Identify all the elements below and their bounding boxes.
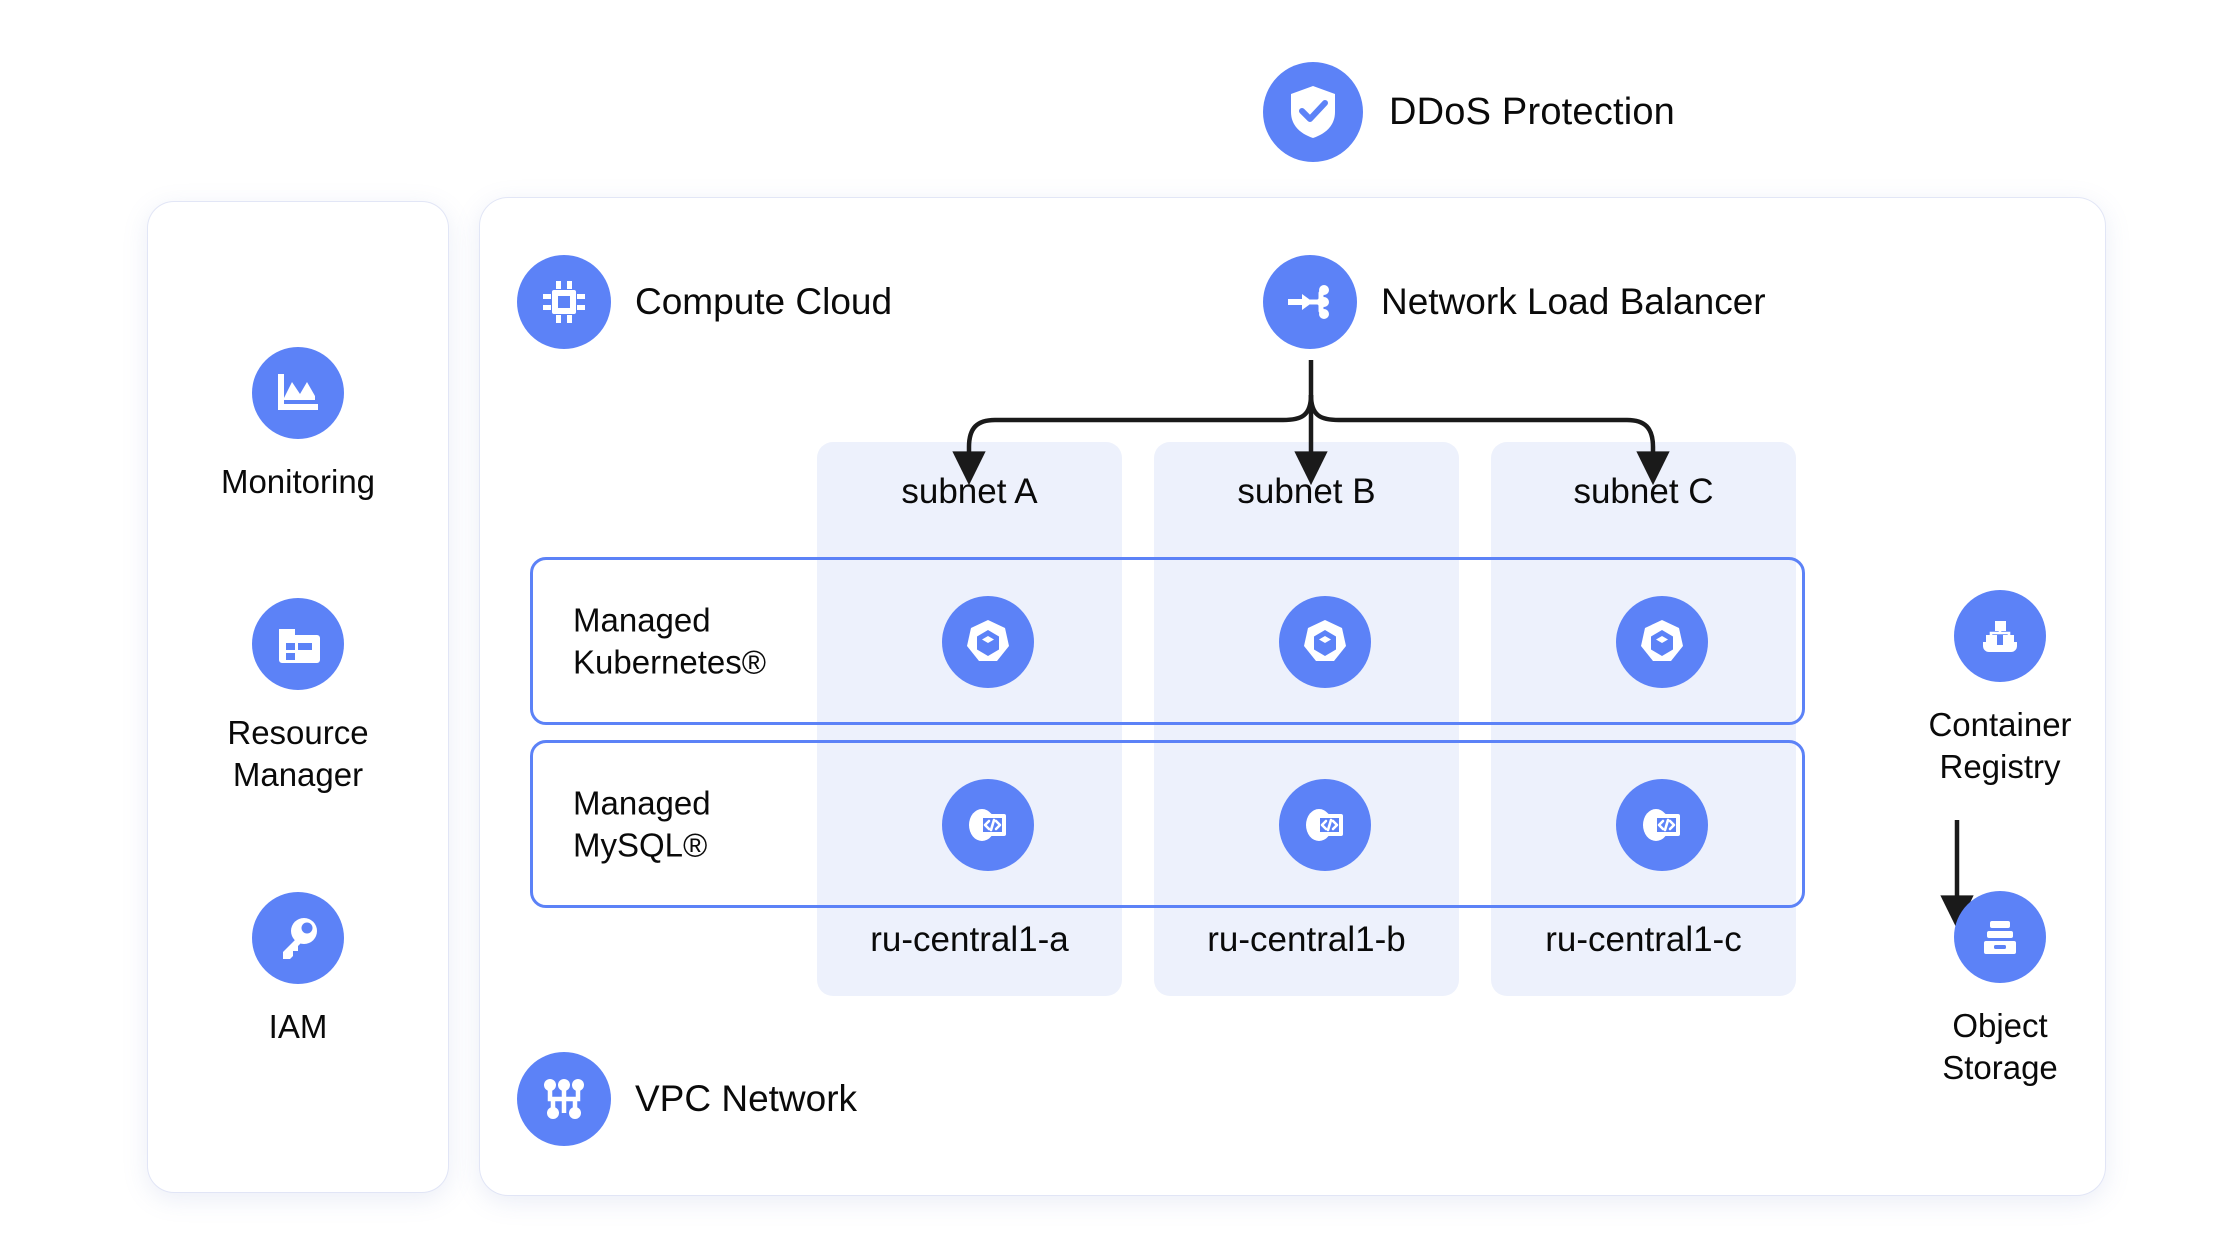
registry-to-storage-gap (1880, 787, 2120, 891)
object-storage-icon (1954, 891, 2046, 984)
cpu-chip-icon (517, 255, 611, 349)
managed-mysql-band: Managed MySQL® (530, 740, 1805, 908)
sidebar-item-resource-manager-label: Resource Manager (227, 714, 369, 793)
folder-panel-icon (251, 598, 344, 691)
kubernetes-icon (942, 596, 1034, 688)
sidebar-item-iam[interactable]: IAM (252, 891, 344, 1048)
subnet-c-label: subnet C (1573, 472, 1714, 511)
shield-check-icon (1263, 62, 1363, 162)
container-registry-item[interactable]: Container Registry (1928, 590, 2072, 787)
load-balancer-icon (1263, 255, 1357, 349)
managed-mysql-label: Managed MySQL® (567, 778, 717, 870)
managed-kubernetes-label: Managed Kubernetes® (567, 595, 773, 687)
compute-cloud-item[interactable]: Compute Cloud (517, 255, 892, 349)
chart-icon (251, 346, 344, 439)
subnet-a-label: subnet A (901, 472, 1038, 511)
services-sidebar: Monitoring Resource Manager IAM (148, 202, 448, 1192)
sidebar-item-iam-label: IAM (268, 1007, 328, 1045)
zone-c-label: ru-central1-c (1545, 920, 1742, 959)
object-storage-label: Object Storage (1942, 1007, 2058, 1086)
mysql-database-icon (1616, 779, 1708, 871)
sidebar-item-resource-manager[interactable]: Resource Manager (227, 598, 369, 795)
vpc-network-item[interactable]: VPC Network (517, 1052, 857, 1146)
sidebar-item-monitoring[interactable]: Monitoring (220, 346, 376, 503)
zone-a-label: ru-central1-a (870, 920, 1069, 959)
compute-cloud-label: Compute Cloud (635, 281, 893, 322)
sidebar-item-monitoring-label: Monitoring (220, 462, 376, 500)
kubernetes-icon (1616, 596, 1708, 688)
kubernetes-icon (1279, 596, 1371, 688)
zone-b-label: ru-central1-b (1207, 920, 1406, 959)
vpc-network-label: VPC Network (635, 1078, 858, 1119)
network-load-balancer-item[interactable]: Network Load Balancer (1263, 255, 1766, 349)
container-registry-label: Container Registry (1928, 706, 2072, 785)
key-icon (252, 891, 344, 984)
storage-services-column: Container Registry Object Storage (1880, 590, 2120, 1088)
ddos-protection-label: DDoS Protection (1389, 90, 1676, 133)
subnet-b-label: subnet B (1237, 472, 1376, 511)
managed-kubernetes-band: Managed Kubernetes® (530, 557, 1805, 725)
container-registry-icon (1954, 590, 2046, 682)
ddos-protection-item[interactable]: DDoS Protection (1263, 62, 1675, 162)
network-topology-icon (517, 1052, 611, 1146)
network-load-balancer-label: Network Load Balancer (1381, 281, 1766, 322)
mysql-database-icon (942, 779, 1034, 871)
mysql-database-icon (1279, 779, 1371, 871)
object-storage-item[interactable]: Object Storage (1942, 891, 2058, 1088)
diagram-canvas: DDoS Protection Monitoring Resource Mana… (0, 0, 2240, 1260)
